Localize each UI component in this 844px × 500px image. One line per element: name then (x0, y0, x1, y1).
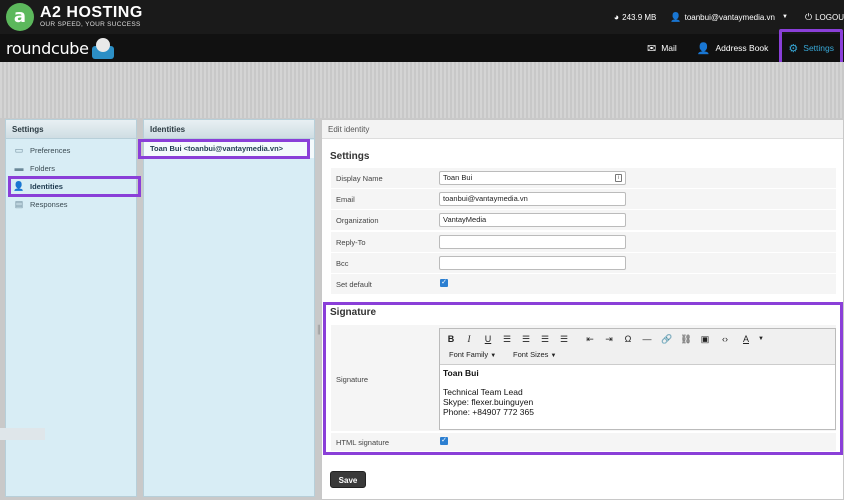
row-set-default: Set default ✓ (331, 274, 836, 295)
settings-item-responses[interactable]: ▤ Responses (6, 195, 136, 213)
set-default-checkbox[interactable]: ✓ (440, 279, 448, 287)
account-bar: ◕ 243.9 MB 👤 toanbui@vantaymedia.vn ▼ ⏻ … (600, 10, 844, 24)
email-input[interactable]: toanbui@vantaymedia.vn (439, 192, 626, 206)
hosting-topbar: a A2 HOSTING OUR SPEED, YOUR SUCCESS ◕ 2… (0, 0, 844, 34)
logout-label: LOGOU (815, 12, 844, 22)
email-label: Email (336, 195, 355, 204)
roundcube-cube-icon (90, 36, 118, 60)
set-default-label: Set default (336, 280, 372, 289)
save-button[interactable]: Save (330, 471, 366, 488)
settings-item-label: Folders (30, 163, 56, 173)
nav-mail-label: Mail (661, 43, 677, 53)
nav-address-book-label: Address Book (715, 43, 769, 53)
folder-icon: ▬ (14, 163, 24, 173)
roundcube-header: roundcube ✉ Mail 👤 Address Book ⚙ Settin… (0, 34, 844, 62)
row-display-name: Display Name Toan Bui i (331, 168, 836, 189)
brand-tagline: OUR SPEED, YOUR SUCCESS (40, 21, 141, 28)
contact-icon: 👤 (696, 42, 711, 55)
monitor-icon: ▭ (14, 144, 24, 155)
row-organization: Organization VantayMedia (331, 210, 836, 231)
display-name-label: Display Name (336, 174, 383, 183)
a2-logo-icon: a (6, 3, 34, 31)
user-email: toanbui@vantaymedia.vn (684, 12, 776, 22)
identities-panel: Identities Toan Bui <toanbui@vantaymedia… (143, 119, 315, 497)
highlight-signature-section (323, 302, 843, 455)
user-menu[interactable]: 👤 toanbui@vantaymedia.vn ▼ (670, 12, 791, 23)
identities-panel-title: Identities (144, 120, 314, 139)
organization-input[interactable]: VantayMedia (439, 213, 626, 227)
envelope-icon: ✉ (646, 42, 657, 55)
row-email: Email toanbui@vantaymedia.vn (331, 189, 836, 210)
bcc-input[interactable] (439, 256, 626, 270)
row-bcc: Bcc (331, 253, 836, 274)
settings-item-preferences[interactable]: ▭ Preferences (6, 141, 136, 159)
roundcube-logo: roundcube (6, 39, 89, 58)
response-icon: ▤ (14, 198, 24, 209)
quota-value: 243.9 MB (622, 12, 657, 22)
user-icon: 👤 (670, 11, 682, 22)
settings-item-label: Preferences (30, 145, 71, 155)
settings-item-folders[interactable]: ▬ Folders (6, 159, 136, 177)
settings-section-title: Settings (330, 151, 370, 162)
display-name-input[interactable]: Toan Bui i (439, 171, 626, 185)
pie-chart-icon: ◕ (613, 12, 620, 22)
reply-to-input[interactable] (439, 235, 626, 249)
edit-identity-title: Edit identity (322, 120, 843, 139)
organization-label: Organization (336, 216, 379, 225)
settings-panel-title: Settings (6, 120, 136, 139)
vcard-icon: i (615, 174, 622, 182)
nav-address-book[interactable]: 👤 Address Book (687, 34, 779, 62)
header-band (0, 62, 844, 118)
quota-indicator: ◕ 243.9 MB (614, 12, 657, 22)
caret-down-icon: ▼ (782, 14, 788, 20)
panel-splitter-handle[interactable]: ║ (316, 325, 322, 335)
power-icon: ⏻ (804, 11, 813, 22)
row-reply-to: Reply-To (331, 232, 836, 253)
brand-name: A2 HOSTING (40, 4, 143, 21)
nav-mail[interactable]: ✉ Mail (637, 34, 687, 62)
bcc-label: Bcc (336, 259, 349, 268)
highlight-identity-row (138, 139, 310, 159)
logout-link[interactable]: ⏻ LOGOU (805, 12, 844, 23)
display-name-value: Toan Bui (443, 173, 473, 182)
reply-to-label: Reply-To (336, 238, 366, 247)
settings-item-label: Responses (30, 199, 68, 209)
highlight-identities-nav (8, 176, 141, 197)
side-edge (0, 428, 45, 440)
